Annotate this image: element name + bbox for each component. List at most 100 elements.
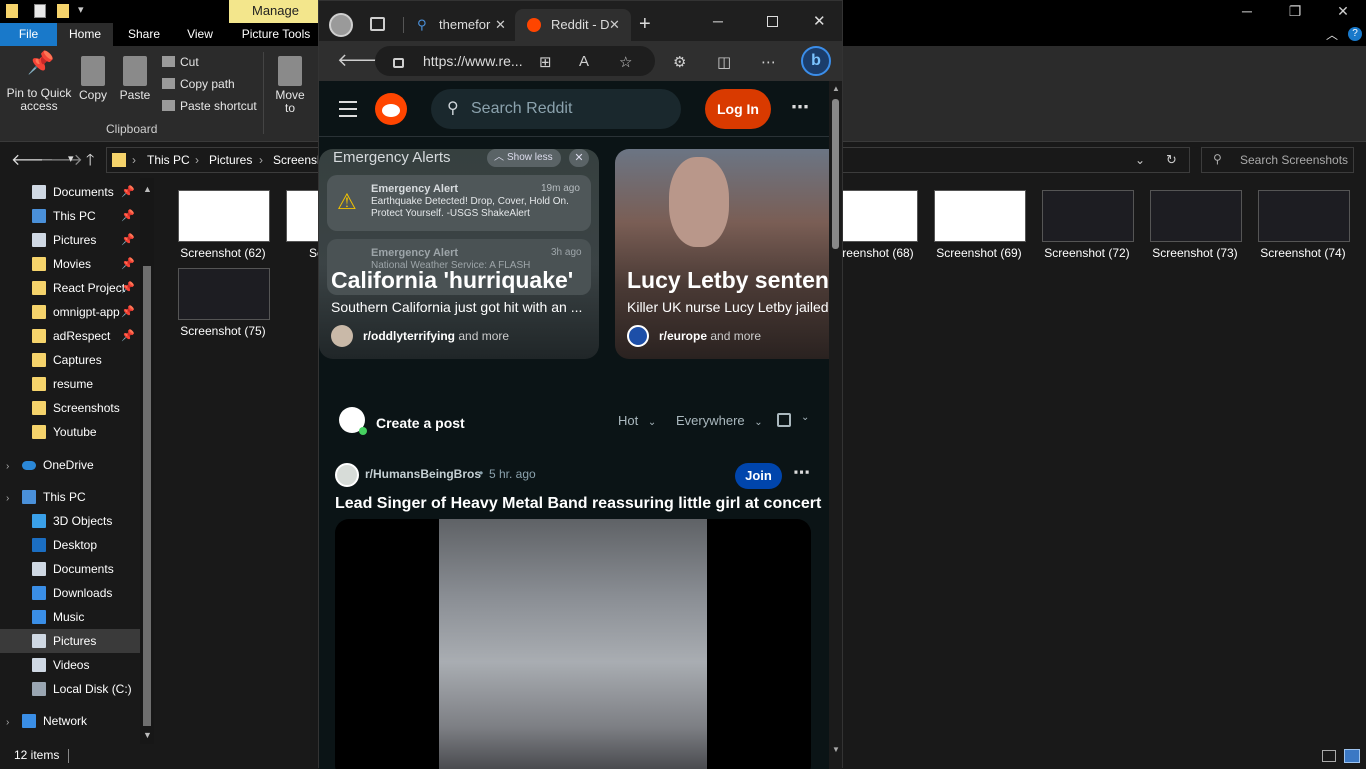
expand-onedrive-icon[interactable]: › [6,461,9,472]
nav-item[interactable]: React Project 📌 [0,276,140,300]
lock-icon[interactable] [393,58,404,68]
nav-item[interactable]: 3D Objects [0,509,140,533]
sort-hot-dropdown[interactable]: Hot ⌄ [618,413,656,428]
details-view-icon[interactable] [1322,750,1336,762]
copy-path-button[interactable]: Copy path [162,77,235,91]
page-scroll-thumb[interactable] [832,99,839,249]
trending-card-hurriquake[interactable]: Emergency Alerts ︿ Show less ✕ ⚠ Emergen… [319,149,599,359]
nav-item[interactable]: Pictures [0,629,140,653]
ribbon-collapse-icon[interactable]: ︿ [1326,26,1338,43]
tab-view[interactable]: View [175,23,225,46]
explorer-restore-button[interactable]: ❐ [1272,0,1318,23]
scroll-up-icon[interactable]: ▲ [143,184,152,194]
customize-quick-access-icon[interactable]: ▾ [78,3,84,16]
expand-network-icon[interactable]: › [6,717,9,728]
subreddit-icon[interactable] [335,463,359,487]
scroll-down-icon[interactable]: ▼ [143,730,152,740]
join-button[interactable]: Join [735,463,782,489]
expand-this-pc-icon[interactable]: › [6,493,9,504]
explorer-minimize-button[interactable]: ─ [1224,0,1270,23]
profile-avatar[interactable] [329,13,353,37]
reddit-logo-icon[interactable] [375,93,407,125]
explorer-close-button[interactable]: ✕ [1320,0,1366,23]
read-aloud-icon[interactable]: A [579,53,589,70]
cut-button[interactable]: Cut [162,55,199,69]
large-icons-view-icon[interactable] [1344,749,1360,763]
move-to-button[interactable]: Move to [270,56,310,115]
screenshot-thumbnail[interactable] [934,190,1026,242]
post-title[interactable]: Lead Singer of Heavy Metal Band reassuri… [335,495,821,513]
nav-item[interactable]: Music [0,605,140,629]
search-screenshots-input[interactable]: Search Screenshots [1201,147,1354,173]
tab-picture-tools[interactable]: Picture Tools [232,23,320,46]
help-icon[interactable]: ? [1348,27,1362,41]
concert-video-frame[interactable] [439,519,707,769]
nav-item[interactable]: resume [0,372,140,396]
copy-button[interactable]: Copy [76,56,110,102]
breadcrumb-screenshots[interactable]: Screensh [273,153,324,167]
tab-close-icon[interactable]: ✕ [609,9,620,41]
nav-item[interactable]: Pictures 📌 [0,228,140,252]
breadcrumb-sep-icon[interactable]: › [195,153,199,167]
nav-item[interactable]: adRespect 📌 [0,324,140,348]
page-scrollbar[interactable]: ▲ ▼ [829,81,842,769]
trending-card-lucy-letby[interactable]: Lucy Letby senten Killer UK nurse Lucy L… [615,149,829,359]
browser-minimize-button[interactable]: ─ [713,13,723,29]
browser-close-button[interactable]: ✕ [813,12,826,30]
breadcrumb-pictures[interactable]: Pictures [209,153,252,167]
bing-copilot-icon[interactable]: b [801,46,831,76]
file-name[interactable]: Screenshot (74) [1249,246,1357,260]
create-post-button[interactable]: Create a post [376,415,465,431]
manage-contextual-tab[interactable]: Manage [229,0,322,23]
scroll-down-icon[interactable]: ▼ [832,745,840,754]
paste-shortcut-button[interactable]: Paste shortcut [162,99,257,113]
screenshot-thumbnail[interactable] [1042,190,1134,242]
extensions-icon[interactable]: ⚙ [673,53,686,71]
paste-button[interactable]: Paste [118,56,152,102]
post-subreddit[interactable]: r/HumansBeingBros [365,467,481,481]
scroll-up-icon[interactable]: ▲ [832,84,840,93]
new-folder-icon[interactable] [57,4,69,18]
recent-locations-chevron-icon[interactable]: ▾ [68,152,74,165]
properties-icon[interactable] [34,4,46,18]
view-layout-dropdown[interactable] [777,413,791,427]
nav-item[interactable]: Documents 📌 [0,180,140,204]
nav-scroll-thumb[interactable] [143,266,151,726]
scope-dropdown[interactable]: Everywhere ⌄ [676,413,763,428]
nav-item[interactable]: Captures [0,348,140,372]
log-in-button[interactable]: Log In [705,89,771,129]
file-name[interactable]: Screenshot (75) [169,324,277,338]
post-video[interactable] [335,519,811,769]
browser-maximize-button[interactable] [767,16,778,27]
nav-item[interactable]: Local Disk (C:) [0,677,140,701]
nav-item[interactable]: This PC [0,485,140,509]
file-name[interactable]: Screenshot (72) [1033,246,1141,260]
breadcrumb-sep-icon[interactable]: › [132,153,136,167]
hamburger-menu-icon[interactable] [339,101,357,117]
screenshot-thumbnail[interactable] [178,190,270,242]
forward-arrow-icon[interactable]: 🡒 [40,149,83,170]
nav-item[interactable]: This PC 📌 [0,204,140,228]
pin-to-quick-access-button[interactable]: 📌 Pin to Quick access [4,52,74,113]
nav-scrollbar[interactable]: ▲ ▼ [140,178,154,744]
new-tab-icon[interactable]: + [639,13,651,36]
refresh-icon[interactable]: ↻ [1166,152,1177,168]
tab-actions-icon[interactable] [370,17,385,31]
breadcrumb-sep-icon[interactable]: › [259,153,263,167]
address-dropdown-icon[interactable]: ⌄ [1135,153,1145,167]
nav-item[interactable]: Downloads [0,581,140,605]
tab-home[interactable]: Home [57,23,113,46]
tab-themeforest[interactable]: ⚲ themefor ✕ [407,9,513,41]
file-name[interactable]: Screenshot (62) [169,246,277,260]
file-name[interactable]: Screenshot (73) [1141,246,1249,260]
file-name[interactable]: Screenshot (69) [925,246,1033,260]
post-more-icon[interactable]: ⋯ [793,463,810,483]
tab-file[interactable]: File [0,23,57,46]
screenshot-thumbnail[interactable] [1258,190,1350,242]
nav-item[interactable]: Youtube [0,420,140,444]
tab-close-icon[interactable]: ✕ [495,9,506,41]
nav-item[interactable]: OneDrive [0,453,140,477]
nav-item[interactable]: omnigpt-app 📌 [0,300,140,324]
nav-item[interactable]: Desktop [0,533,140,557]
favorite-star-icon[interactable]: ☆ [619,53,632,71]
